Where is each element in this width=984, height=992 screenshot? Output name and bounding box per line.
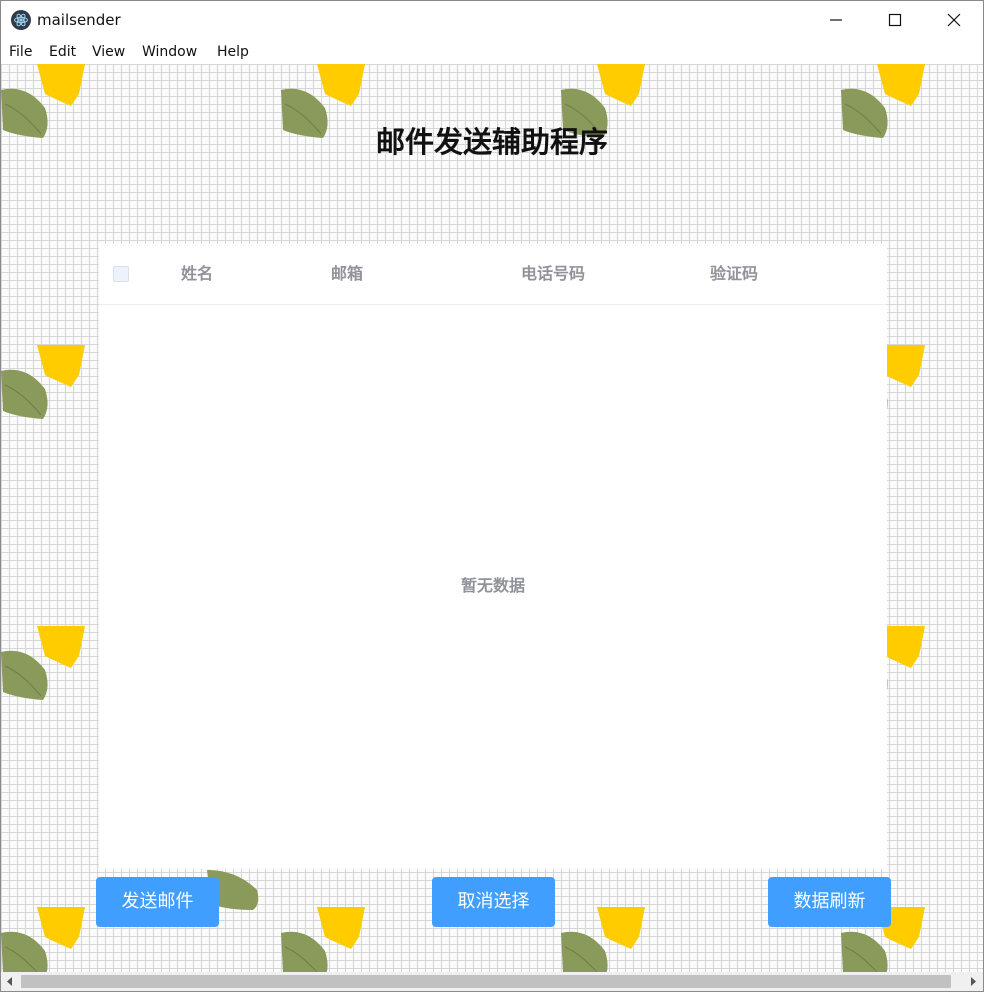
minimize-icon — [830, 19, 842, 21]
cancel-selection-button[interactable]: 取消选择 — [432, 877, 555, 927]
scroll-left-icon[interactable] — [6, 977, 14, 986]
menu-window[interactable]: Window — [142, 42, 197, 62]
page-title: 邮件发送辅助程序 — [375, 125, 608, 159]
maximize-button[interactable] — [866, 1, 924, 39]
column-header-name[interactable]: 姓名 — [181, 263, 213, 285]
empty-state-text: 暂无数据 — [460, 576, 525, 595]
menu-view[interactable]: View — [92, 42, 125, 62]
menu-file[interactable]: File — [9, 42, 32, 62]
column-header-email[interactable]: 邮箱 — [331, 263, 363, 285]
horizontal-scrollbar[interactable] — [1, 972, 983, 991]
select-all-checkbox[interactable] — [113, 266, 129, 282]
close-icon — [947, 13, 961, 27]
minimize-button[interactable] — [807, 1, 865, 39]
table-header: 姓名 邮箱 电话号码 验证码 — [99, 244, 887, 305]
data-table: 姓名 邮箱 电话号码 验证码 暂无数据 — [99, 244, 887, 869]
column-header-code[interactable]: 验证码 — [710, 263, 758, 285]
content-area: 邮件发送辅助程序 姓名 邮箱 电话号码 验证码 暂无数据 发送邮件 取消选择 数… — [1, 64, 983, 972]
menu-help[interactable]: Help — [217, 42, 249, 62]
title-bar: mailsender — [1, 1, 983, 39]
scrollbar-thumb[interactable] — [21, 975, 951, 988]
column-header-phone[interactable]: 电话号码 — [521, 263, 585, 285]
menu-bar: File Edit View Window Help — [1, 39, 983, 64]
refresh-data-button[interactable]: 数据刷新 — [768, 877, 891, 927]
send-mail-button[interactable]: 发送邮件 — [96, 877, 219, 927]
window-title: mailsender — [37, 11, 121, 29]
scroll-right-icon[interactable] — [969, 977, 977, 986]
menu-edit[interactable]: Edit — [49, 42, 76, 62]
close-button[interactable] — [925, 1, 983, 39]
maximize-icon — [888, 13, 902, 27]
app-window: mailsender File Edit View Window Help 邮件… — [0, 0, 984, 992]
electron-icon — [11, 10, 31, 30]
